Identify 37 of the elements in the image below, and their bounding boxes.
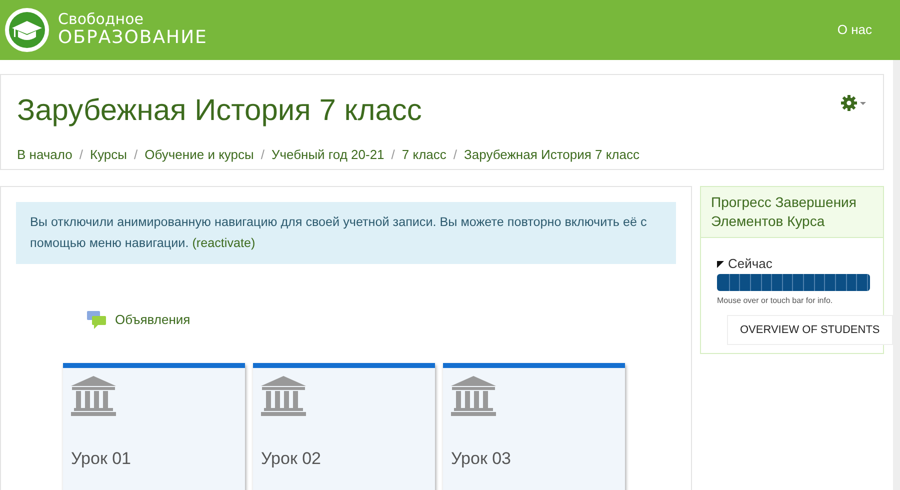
museum-icon [451,376,496,416]
info-message: Вы отключили анимированную навигацию для своей учетной записи. Вы можете повторно включить её с помощью меню навигации. (reactivate) [16,202,676,264]
overview-button[interactable]: OVERVIEW OF STUDENTS [727,314,893,346]
progress-hint: Mouse over or touch bar for info. [717,294,834,307]
breadcrumb-separator: / [134,146,138,164]
breadcrumb-separator: / [79,146,83,164]
breadcrumb-separator: / [391,146,395,164]
block-title: Прогресс Завершения Элементов Курса [701,187,883,238]
brand-name: Свободное [58,10,145,27]
lesson-tile[interactable]: Урок 01 [63,362,245,490]
progress-label: Сейчас [728,255,772,274]
progress-bar-fill[interactable] [717,274,870,291]
logo-icon [4,6,50,53]
museum-icon [71,376,116,416]
breadcrumb-link[interactable]: Учебный год 20-21 [271,144,384,164]
breadcrumb-separator: / [453,146,458,164]
settings-menu-button[interactable] [841,94,867,111]
breadcrumb-link[interactable]: Курсы [90,144,128,164]
breadcrumb-link[interactable]: 7 класс [402,144,446,164]
lesson-title: Урок 02 [261,448,322,470]
breadcrumb-link[interactable]: Зарубежная История 7 класс [464,144,640,164]
lesson-title: Урок 03 [451,448,512,470]
lesson-tile[interactable]: Урок 03 [443,362,625,490]
breadcrumb-link[interactable]: Обучение и курсы [144,144,254,164]
page-title: Зарубежная История 7 класс [17,92,422,129]
chat-icon [87,311,107,330]
reactivate-link[interactable]: (reactivate) [192,236,256,250]
breadcrumb-link[interactable]: В начало [17,144,72,164]
museum-icon [261,376,306,416]
lesson-title: Урок 01 [71,448,132,470]
marker-icon [717,260,724,268]
brand-name: ОБРАЗОВАНИЕ [58,26,208,49]
lesson-tile[interactable]: Урок 02 [253,362,435,490]
scrollbar[interactable] [893,60,900,490]
settings-icon [841,94,867,111]
forum-link[interactable]: Объявления [115,310,190,330]
breadcrumb-separator: / [260,146,264,164]
